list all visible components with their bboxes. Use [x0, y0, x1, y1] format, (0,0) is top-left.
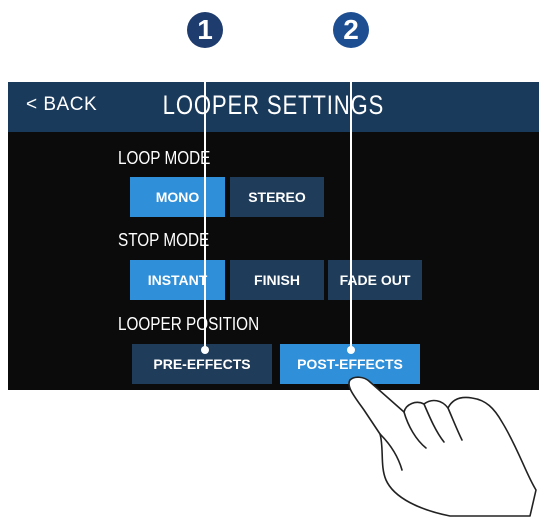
- stereo-button[interactable]: STEREO: [230, 177, 324, 217]
- page-title: LOOPER SETTINGS: [162, 90, 385, 120]
- loop-mode-label: LOOP MODE: [118, 148, 211, 168]
- header-bar: < BACK LOOPER SETTINGS: [8, 82, 539, 132]
- looper-position-label: LOOPER POSITION: [118, 314, 260, 334]
- callout-2-leader-line: [350, 48, 352, 350]
- tapping-hand-icon: [348, 376, 537, 517]
- callout-1-leader-line: [204, 48, 206, 350]
- finish-button[interactable]: FINISH: [230, 260, 324, 300]
- callout-2-leader-dot: [347, 346, 355, 354]
- mono-button[interactable]: MONO: [130, 177, 225, 217]
- callout-1-leader-dot: [201, 346, 209, 354]
- instant-button[interactable]: INSTANT: [130, 260, 225, 300]
- fade-out-button[interactable]: FADE OUT: [328, 260, 422, 300]
- stop-mode-label: STOP MODE: [118, 230, 210, 250]
- device-screen: < BACK LOOPER SETTINGS LOOP MODE MONO ST…: [8, 82, 539, 390]
- callout-1-badge: 1: [187, 12, 223, 48]
- callout-2-badge: 2: [333, 12, 369, 48]
